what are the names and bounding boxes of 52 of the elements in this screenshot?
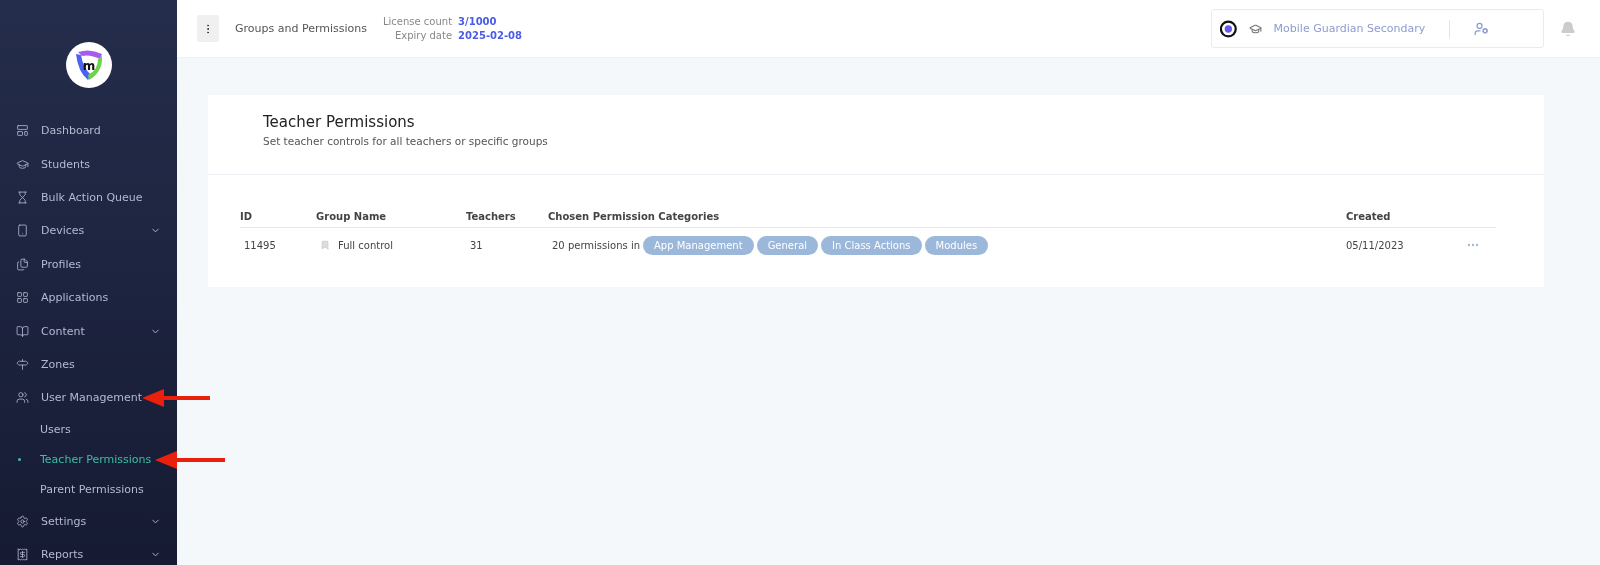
menu-icon xyxy=(16,357,29,371)
sidebar-item[interactable]: Applications xyxy=(0,280,177,315)
sidebar-item[interactable]: Devices xyxy=(0,214,177,248)
category-tag: In Class Actions xyxy=(821,235,922,255)
school-logo-icon xyxy=(1220,19,1237,38)
sidebar-item[interactable]: User Management xyxy=(0,381,177,415)
license-label: License count xyxy=(382,14,453,29)
column-header: Created xyxy=(1346,210,1392,222)
table-cell: Full control xyxy=(338,239,393,251)
sidebar-item[interactable]: Zones xyxy=(0,347,177,382)
sidebar-item[interactable]: Settings xyxy=(0,504,177,538)
sidebar-item[interactable]: Bulk Action Queue xyxy=(0,180,177,215)
table-cell-text: 31 xyxy=(469,239,484,251)
column-header: Chosen Permission Categories xyxy=(548,210,721,222)
table-cell-text: 05/11/2023 xyxy=(1346,239,1405,251)
notification-bell-icon[interactable] xyxy=(1560,20,1576,37)
sidebar-subitem[interactable]: Teacher Permissions xyxy=(0,444,154,475)
logo-icon: m xyxy=(65,42,112,88)
expiry-label: Expiry date xyxy=(393,28,453,43)
bookmark-icon xyxy=(320,240,330,250)
menu-icon xyxy=(16,514,29,528)
menu-icon xyxy=(16,124,29,138)
menu-icon xyxy=(16,391,29,405)
sidebar-item[interactable]: Dashboard xyxy=(0,114,177,148)
sidebar-item[interactable]: Content xyxy=(0,314,177,348)
card-subtitle: Set teacher controls for all teachers or specific groups xyxy=(263,135,549,147)
sidebar-item[interactable]: Reports xyxy=(0,537,177,565)
sidebar-subitem[interactable]: Parent Permissions xyxy=(0,474,146,505)
table-cell: 20 permissions in xyxy=(552,239,641,251)
menu-icon xyxy=(16,257,29,271)
user-settings-icon[interactable] xyxy=(1474,20,1489,37)
table-cell-text: 11495 xyxy=(243,239,277,251)
category-tag: App Management xyxy=(643,235,754,255)
category-tag: General xyxy=(756,235,819,255)
menu-icon xyxy=(16,157,29,171)
menu-icon xyxy=(16,224,29,238)
menu-button[interactable] xyxy=(197,15,219,42)
menu-icon xyxy=(16,190,29,204)
page-title: Groups and Permissions xyxy=(235,22,367,35)
sidebar-subitem[interactable]: Users xyxy=(0,414,73,445)
menu-icon xyxy=(16,548,29,562)
card-title: Teacher Permissions xyxy=(263,113,416,131)
sidebar-item[interactable]: Profiles xyxy=(0,247,177,281)
category-tag: Modules xyxy=(924,235,989,255)
column-header: Teachers xyxy=(466,210,517,222)
license-value: 3/1000 xyxy=(458,14,498,29)
column-header: Group Name xyxy=(316,210,388,222)
sidebar-item[interactable]: Students xyxy=(0,147,177,181)
expiry-value: 2025-02-08 xyxy=(458,28,523,43)
column-header: ID xyxy=(240,210,254,222)
menu-icon xyxy=(16,291,29,305)
menu-icon xyxy=(16,324,29,338)
